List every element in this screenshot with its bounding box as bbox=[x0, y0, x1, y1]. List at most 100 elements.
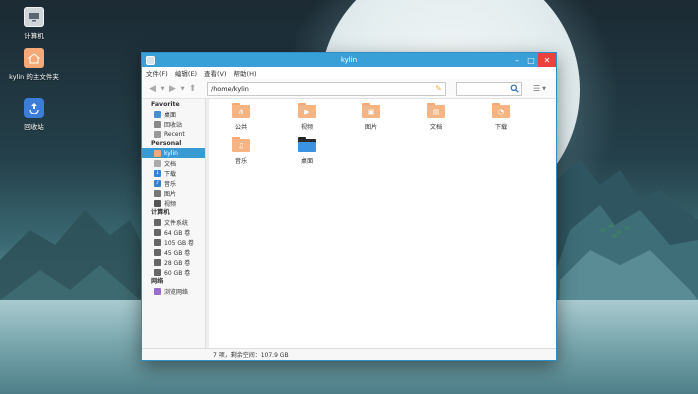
menu-edit[interactable]: 编辑(E) bbox=[175, 68, 197, 78]
sidebar-item-volume[interactable]: 105 GB 卷 bbox=[142, 237, 205, 247]
file-item-label: 音乐 bbox=[234, 158, 248, 165]
sidebar-item-trash[interactable]: 回收站 bbox=[142, 119, 205, 129]
close-icon[interactable]: ✕ bbox=[538, 53, 556, 67]
menu-file[interactable]: 文件(F) bbox=[146, 68, 168, 78]
sidebar-item-label: kylin bbox=[164, 149, 178, 157]
sidebar-item-pictures[interactable]: 图片 bbox=[142, 188, 205, 198]
music-icon: ♫ bbox=[232, 137, 250, 152]
picture-icon bbox=[154, 189, 161, 197]
menu-help[interactable]: 帮助(H) bbox=[234, 68, 257, 78]
sidebar-item-label: 文件系统 bbox=[164, 219, 189, 227]
file-item-label: 下载 bbox=[494, 124, 508, 131]
desktop-icon bbox=[298, 137, 316, 152]
desktop-icon-label: 回收站 bbox=[24, 123, 44, 131]
title-bar[interactable]: kylin – □ ✕ bbox=[142, 53, 556, 67]
status-text: 7 项，剩余空间：107.9 GB bbox=[213, 352, 289, 359]
sidebar-item-volume[interactable]: 45 GB 卷 bbox=[142, 247, 205, 257]
desktop-icon-label: kylin 的主文件夹 bbox=[9, 73, 59, 81]
sidebar-item-label: 下载 bbox=[164, 170, 177, 178]
file-item-label: 文档 bbox=[429, 124, 443, 131]
file-item-label: 桌面 bbox=[300, 158, 314, 165]
document-icon: ▤ bbox=[427, 103, 445, 118]
forward-icon[interactable]: ▶ bbox=[166, 84, 179, 94]
toolbar: ◀ ▼ ▶ ▼ ⬆ ✎ ☰ ▼ bbox=[142, 79, 556, 99]
drive-icon bbox=[154, 228, 161, 236]
file-item-downloads[interactable]: ◔ 下载 bbox=[476, 103, 526, 131]
file-manager-window: kylin – □ ✕ 文件(F) 编辑(E) 查看(V) 帮助(H) ◀ ▼ … bbox=[141, 52, 557, 361]
sidebar-item-desktop[interactable]: 桌面 bbox=[142, 109, 205, 119]
recent-icon bbox=[154, 130, 161, 138]
sidebar-section-personal: Personal bbox=[151, 140, 182, 147]
sidebar-item-label: 图片 bbox=[164, 190, 177, 198]
sidebar-item-label: 60 GB 卷 bbox=[164, 269, 191, 277]
back-history-icon[interactable]: ▼ bbox=[159, 86, 166, 92]
trash-icon bbox=[24, 98, 44, 118]
drive-icon bbox=[154, 258, 161, 266]
drive-icon bbox=[154, 268, 161, 276]
sidebar-item-videos[interactable]: 视频 bbox=[142, 198, 205, 208]
sidebar-item-label: 文档 bbox=[164, 160, 177, 168]
sidebar-item-recent[interactable]: Recent bbox=[142, 129, 205, 139]
path-input[interactable] bbox=[211, 84, 431, 93]
video-icon: ▶ bbox=[298, 103, 316, 118]
sidebar-item-volume[interactable]: 28 GB 卷 bbox=[142, 257, 205, 267]
edit-path-icon[interactable]: ✎ bbox=[435, 84, 442, 93]
status-bar: 7 项，剩余空间：107.9 GB bbox=[142, 348, 556, 360]
file-item-public[interactable]: ⋔ 公共 bbox=[216, 103, 266, 131]
maximize-icon[interactable]: □ bbox=[524, 53, 538, 67]
desktop-icon-computer[interactable]: 计算机 bbox=[4, 7, 64, 40]
search-icon[interactable] bbox=[510, 84, 519, 95]
menu-bar: 文件(F) 编辑(E) 查看(V) 帮助(H) bbox=[142, 67, 556, 79]
sidebar-item-label: 64 GB 卷 bbox=[164, 229, 191, 237]
download-icon: ↓ bbox=[154, 169, 161, 177]
up-icon[interactable]: ⬆ bbox=[186, 84, 199, 94]
sidebar-item-volume[interactable]: 64 GB 卷 bbox=[142, 227, 205, 237]
drive-icon bbox=[154, 218, 161, 226]
menu-view[interactable]: 查看(V) bbox=[204, 68, 227, 78]
sidebar-item-music[interactable]: ♪ 音乐 bbox=[142, 178, 205, 188]
sidebar-item-filesystem[interactable]: 文件系统 bbox=[142, 217, 205, 227]
home-folder-icon bbox=[24, 48, 44, 68]
network-icon bbox=[154, 287, 161, 295]
sidebar-item-label: 音乐 bbox=[164, 180, 177, 188]
minimize-icon[interactable]: – bbox=[510, 53, 524, 67]
trash-icon bbox=[154, 120, 161, 128]
sidebar-item-volume[interactable]: 60 GB 卷 bbox=[142, 267, 205, 277]
window-title: kylin bbox=[340, 56, 358, 64]
download-icon: ◔ bbox=[492, 103, 510, 118]
sidebar-item-label: 45 GB 卷 bbox=[164, 249, 191, 257]
sidebar-section-computer: 计算机 bbox=[151, 209, 170, 216]
sidebar-item-label: 回收站 bbox=[164, 121, 183, 129]
desktop-icon-label: 计算机 bbox=[24, 32, 44, 40]
sidebar-item-label: Recent bbox=[164, 130, 185, 138]
share-icon: ⋔ bbox=[232, 103, 250, 118]
sidebar-item-documents[interactable]: 文档 bbox=[142, 158, 205, 168]
file-view: ⋔ 公共 ▶ 视频 ▣ 图片 ▤ 文档 ◔ 下载 ♫ 音乐 桌面 bbox=[206, 99, 556, 348]
file-item-videos[interactable]: ▶ 视频 bbox=[282, 103, 332, 131]
sidebar-section-network: 网络 bbox=[151, 278, 164, 285]
file-item-label: 图片 bbox=[364, 124, 378, 131]
forward-history-icon[interactable]: ▼ bbox=[179, 86, 186, 92]
music-icon: ♪ bbox=[154, 179, 161, 187]
file-item-desktop[interactable]: 桌面 bbox=[282, 137, 332, 165]
computer-icon bbox=[24, 7, 44, 27]
sidebar-item-downloads[interactable]: ↓ 下载 bbox=[142, 168, 205, 178]
back-icon[interactable]: ◀ bbox=[146, 84, 159, 94]
search-box bbox=[456, 81, 522, 96]
view-mode-button[interactable]: ☰ ▼ bbox=[533, 84, 546, 93]
document-icon bbox=[154, 159, 161, 167]
picture-icon: ▣ bbox=[362, 103, 380, 118]
desktop-icon-trash[interactable]: 回收站 bbox=[4, 98, 64, 131]
file-item-music[interactable]: ♫ 音乐 bbox=[216, 137, 266, 165]
file-item-label: 视频 bbox=[300, 124, 314, 131]
sidebar-item-label: 视频 bbox=[164, 200, 177, 208]
file-item-label: 公共 bbox=[234, 124, 248, 131]
search-input[interactable] bbox=[457, 82, 509, 95]
desktop-icon bbox=[154, 110, 161, 118]
desktop-icon-home[interactable]: kylin 的主文件夹 bbox=[4, 48, 64, 81]
file-item-pictures[interactable]: ▣ 图片 bbox=[346, 103, 396, 131]
sidebar-item-browse-network[interactable]: 浏览网络 bbox=[142, 286, 205, 296]
sidebar-item-label: 28 GB 卷 bbox=[164, 259, 191, 267]
file-item-documents[interactable]: ▤ 文档 bbox=[411, 103, 461, 131]
sidebar-item-kylin[interactable]: kylin bbox=[142, 148, 205, 158]
